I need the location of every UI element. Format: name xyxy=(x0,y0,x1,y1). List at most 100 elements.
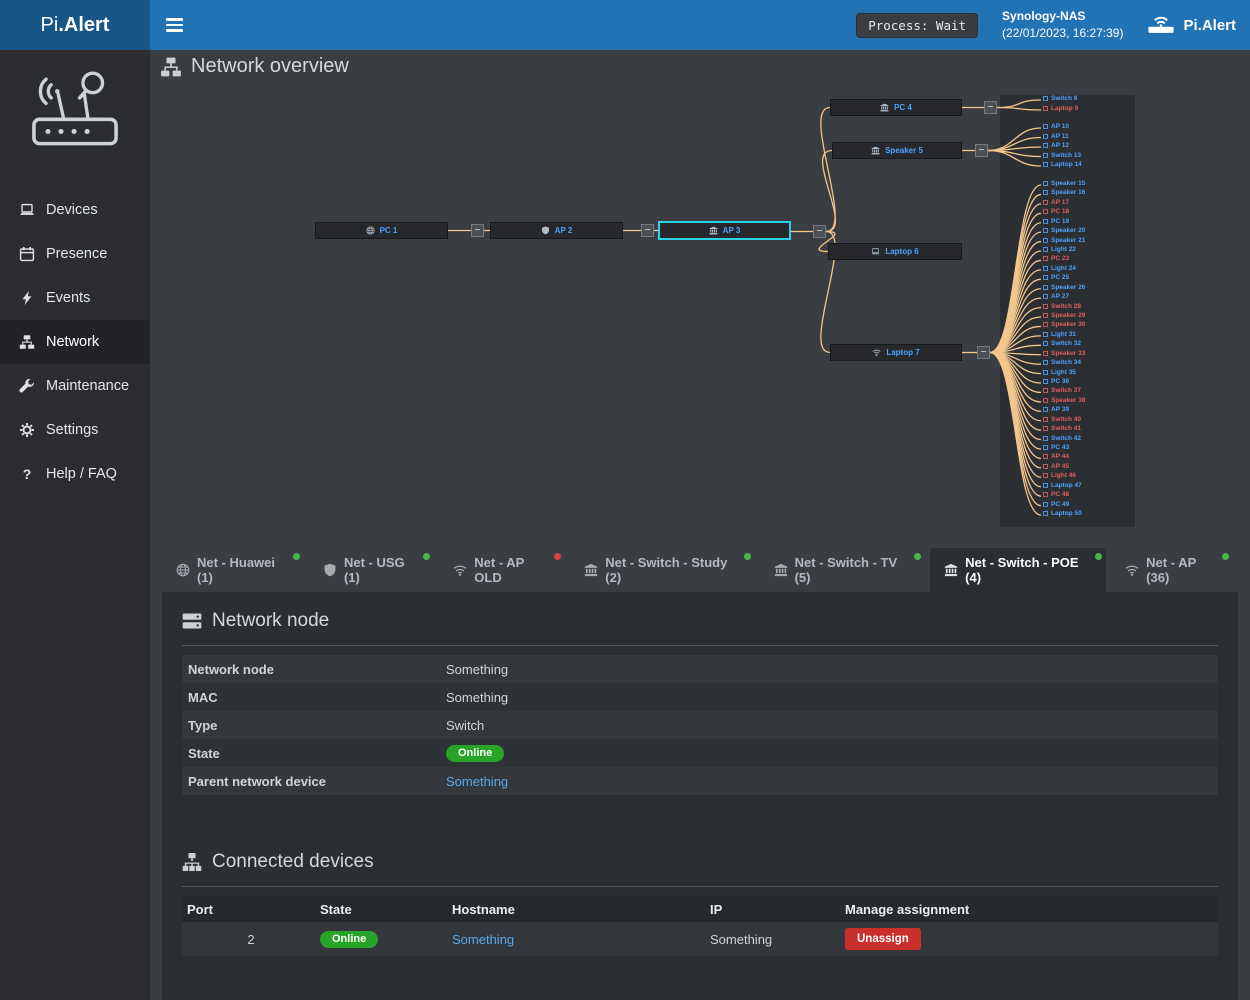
network-node-title: Network node xyxy=(182,610,1218,632)
divider xyxy=(182,645,1218,646)
device-ap-45[interactable]: AP 45 xyxy=(1043,463,1069,470)
device-light-35[interactable]: Light 35 xyxy=(1043,369,1076,376)
network-node-laptop-6[interactable]: Laptop 6 xyxy=(828,243,962,260)
collapse-toggle[interactable]: − xyxy=(813,225,826,238)
device-ap-39[interactable]: AP 39 xyxy=(1043,406,1069,413)
collapse-toggle[interactable]: − xyxy=(984,101,997,114)
hostname-link[interactable]: Something xyxy=(452,932,514,947)
device-light-24[interactable]: Light 24 xyxy=(1043,265,1076,272)
network-node-pc-4[interactable]: PC 4 xyxy=(830,99,962,116)
device-speaker-38[interactable]: Speaker 38 xyxy=(1043,397,1085,404)
sidebar-item-label: Maintenance xyxy=(46,378,129,394)
network-node-speaker-5[interactable]: Speaker 5 xyxy=(832,142,962,159)
device-label: Switch 40 xyxy=(1051,416,1081,423)
device-switch-8[interactable]: Switch 8 xyxy=(1043,95,1077,102)
device-pc-19[interactable]: PC 19 xyxy=(1043,218,1069,225)
device-pc-25[interactable]: PC 25 xyxy=(1043,274,1069,281)
tab-net-ap-old[interactable]: Net - AP OLD xyxy=(439,548,565,592)
device-ap-17[interactable]: AP 17 xyxy=(1043,199,1069,206)
tab-net-switch-study-2[interactable]: Net - Switch - Study (2) xyxy=(570,548,754,592)
device-pc-36[interactable]: PC 36 xyxy=(1043,378,1069,385)
light-icon xyxy=(1043,247,1048,252)
pc-icon xyxy=(1043,379,1048,384)
device-switch-42[interactable]: Switch 42 xyxy=(1043,435,1081,442)
pialert-router-logo xyxy=(0,50,150,162)
wifi-icon xyxy=(1125,563,1139,577)
device-ap-27[interactable]: AP 27 xyxy=(1043,293,1069,300)
network-node-pc-1[interactable]: PC 1 xyxy=(315,222,448,239)
tab-net-huawei-1[interactable]: Net - Huawei (1) xyxy=(162,548,304,592)
network-node-ap-2[interactable]: AP 2 xyxy=(490,222,623,239)
device-speaker-30[interactable]: Speaker 30 xyxy=(1043,321,1085,328)
wifi-icon xyxy=(872,348,881,357)
device-ap-10[interactable]: AP 10 xyxy=(1043,123,1069,130)
connected-device-row: 2OnlineSomethingSomethingUnassign xyxy=(182,922,1218,956)
sidebar-item-maintenance[interactable]: Maintenance xyxy=(0,364,150,408)
device-ap-12[interactable]: AP 12 xyxy=(1043,142,1069,149)
pc-icon xyxy=(1043,502,1048,507)
device-laptop-9[interactable]: Laptop 9 xyxy=(1043,105,1078,112)
device-label: PC 19 xyxy=(1051,218,1069,225)
device-speaker-33[interactable]: Speaker 33 xyxy=(1043,350,1085,357)
device-light-22[interactable]: Light 22 xyxy=(1043,246,1076,253)
collapse-toggle[interactable]: − xyxy=(641,224,654,237)
device-switch-28[interactable]: Switch 28 xyxy=(1043,303,1081,310)
sidebar-item-events[interactable]: Events xyxy=(0,276,150,320)
detail-panel: Network node Network nodeSomethingMACSom… xyxy=(162,592,1238,1000)
switch-icon xyxy=(1043,436,1048,441)
device-switch-41[interactable]: Switch 41 xyxy=(1043,425,1081,432)
device-ap-44[interactable]: AP 44 xyxy=(1043,453,1069,460)
sidebar-item-devices[interactable]: Devices xyxy=(0,188,150,232)
device-pc-23[interactable]: PC 23 xyxy=(1043,255,1069,262)
collapse-toggle[interactable]: − xyxy=(471,224,484,237)
device-switch-34[interactable]: Switch 34 xyxy=(1043,359,1081,366)
device-speaker-20[interactable]: Speaker 20 xyxy=(1043,227,1085,234)
menu-toggle-button[interactable] xyxy=(166,15,183,35)
device-pc-18[interactable]: PC 18 xyxy=(1043,208,1069,215)
tab-net-switch-poe-4[interactable]: Net - Switch - POE (4) xyxy=(930,548,1106,592)
app-logo[interactable]: Pi.Alert xyxy=(0,0,150,50)
device-ap-11[interactable]: AP 11 xyxy=(1043,133,1069,140)
device-pc-43[interactable]: PC 43 xyxy=(1043,444,1069,451)
collapse-toggle[interactable]: − xyxy=(975,144,988,157)
device-speaker-21[interactable]: Speaker 21 xyxy=(1043,237,1085,244)
device-light-46[interactable]: Light 46 xyxy=(1043,472,1076,479)
tab-net-usg-1[interactable]: Net - USG (1) xyxy=(309,548,434,592)
tab-label: Net - AP OLD xyxy=(474,555,551,585)
device-light-31[interactable]: Light 31 xyxy=(1043,331,1076,338)
device-speaker-15[interactable]: Speaker 15 xyxy=(1043,180,1085,187)
device-laptop-14[interactable]: Laptop 14 xyxy=(1043,161,1082,168)
device-switch-13[interactable]: Switch 13 xyxy=(1043,152,1081,159)
speaker-icon xyxy=(1043,351,1048,356)
device-switch-37[interactable]: Switch 37 xyxy=(1043,387,1081,394)
tab-net-switch-tv-5[interactable]: Net - Switch - TV (5) xyxy=(760,548,926,592)
device-pc-48[interactable]: PC 48 xyxy=(1043,491,1069,498)
status-dot xyxy=(423,553,430,560)
node-detail-row-network-node: Network nodeSomething xyxy=(182,655,1218,683)
device-laptop-50[interactable]: Laptop 50 xyxy=(1043,510,1082,517)
device-pc-49[interactable]: PC 49 xyxy=(1043,501,1069,508)
device-switch-40[interactable]: Switch 40 xyxy=(1043,416,1081,423)
network-node-ap-3[interactable]: AP 3 xyxy=(658,221,791,240)
device-speaker-29[interactable]: Speaker 29 xyxy=(1043,312,1085,319)
sidebar-item-network[interactable]: Network xyxy=(0,320,150,364)
speaker-icon xyxy=(1043,285,1048,290)
device-speaker-26[interactable]: Speaker 26 xyxy=(1043,284,1085,291)
sidebar-item-settings[interactable]: Settings xyxy=(0,408,150,452)
tab-net-ap-36[interactable]: Net - AP (36) xyxy=(1111,548,1233,592)
speaker-icon xyxy=(1043,181,1048,186)
collapse-toggle[interactable]: − xyxy=(977,346,990,359)
unassign-button[interactable]: Unassign xyxy=(845,928,921,950)
column-header-manage-assignment: Manage assignment xyxy=(840,896,1218,922)
device-speaker-16[interactable]: Speaker 16 xyxy=(1043,189,1085,196)
speaker-icon xyxy=(1043,313,1048,318)
ap-icon xyxy=(1043,407,1048,412)
device-label: Speaker 38 xyxy=(1051,397,1085,404)
switch-icon xyxy=(1043,341,1048,346)
sidebar-item-presence[interactable]: Presence xyxy=(0,232,150,276)
device-switch-32[interactable]: Switch 32 xyxy=(1043,340,1081,347)
device-laptop-47[interactable]: Laptop 47 xyxy=(1043,482,1082,489)
parent-device-link[interactable]: Something xyxy=(446,774,508,789)
sidebar-item-help-faq[interactable]: ?Help / FAQ xyxy=(0,452,150,496)
network-node-laptop-7[interactable]: Laptop 7 xyxy=(830,344,962,361)
